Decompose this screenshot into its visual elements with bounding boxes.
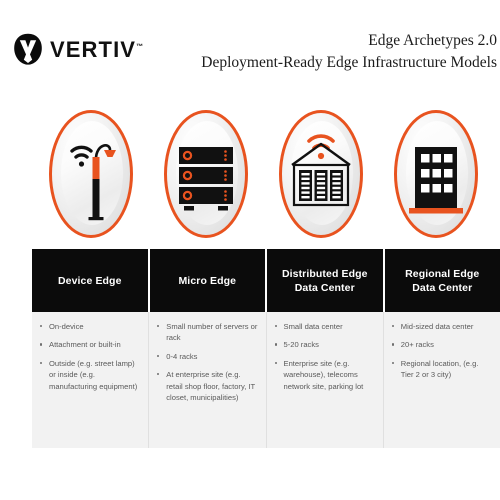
vertiv-logo: VERTIV™ (13, 33, 143, 66)
list-item: On-device (38, 321, 141, 332)
list-item: 5-20 racks (273, 339, 376, 350)
icon-cell-device-edge (32, 110, 149, 242)
list-item: At enterprise site (e.g. retail shop flo… (155, 369, 258, 403)
table-cell-device-edge: On-device Attachment or built-in Outside… (32, 312, 150, 448)
list-item: Enterprise site (e.g. warehouse), teleco… (273, 358, 376, 392)
bullet-list: On-device Attachment or built-in Outside… (38, 321, 141, 392)
trademark-symbol: ™ (136, 43, 144, 51)
list-item: 20+ racks (390, 339, 493, 350)
header-line-2: Data Center (294, 281, 355, 294)
office-building-icon (408, 147, 463, 214)
table-cell-micro-edge: Small number of servers or rack 0-4 rack… (149, 312, 267, 448)
header-line-1: Distributed Edge (281, 267, 368, 280)
bullet-list: Small number of servers or rack 0-4 rack… (155, 321, 258, 403)
icon-cell-micro-edge (147, 110, 264, 242)
vertiv-wordmark: VERTIV™ (50, 36, 144, 62)
vertiv-wordmark-text: VERTIV (50, 36, 137, 62)
table-header-device-edge: Device Edge (32, 249, 150, 312)
table-header-regional-edge: Regional Edge Data Center (384, 249, 500, 312)
list-item: Small data center (273, 321, 376, 332)
table-cell-distributed-edge: Small data center 5-20 racks Enterprise … (267, 312, 384, 448)
header-line-1: Regional Edge (405, 267, 480, 280)
header-line-2: Data Center (412, 281, 473, 294)
page-title-line1: Edge Archetypes 2.0 (368, 32, 497, 49)
vertiv-logo-mark (14, 33, 42, 65)
icon-cell-distributed-edge (262, 110, 379, 242)
list-item: Small number of servers or rack (155, 321, 258, 344)
page-title: Edge Archetypes 2.0 Deployment-Ready Edg… (201, 30, 497, 74)
list-item: Mid-sized data center (390, 321, 493, 332)
table-body-row: On-device Attachment or built-in Outside… (32, 312, 500, 448)
list-item: Regional location, (e.g. Tier 2 or 3 cit… (390, 358, 493, 381)
table-header-row: Device Edge Micro Edge Distributed Edge … (32, 249, 500, 312)
list-item: Outside (e.g. street lamp) or inside (e.… (38, 358, 141, 392)
table-cell-regional-edge: Mid-sized data center 20+ racks Regional… (384, 312, 500, 448)
table-header-distributed-edge: Distributed Edge Data Center (267, 249, 385, 312)
icon-cell-regional-edge (377, 110, 494, 242)
house-racks-wifi-icon (290, 134, 351, 207)
icon-oval-regional-edge (393, 110, 478, 238)
header-line-1: Device Edge (57, 274, 122, 287)
archetype-icons-row (32, 110, 500, 242)
bullet-list: Small data center 5-20 racks Enterprise … (273, 321, 376, 392)
list-item: 0-4 racks (155, 351, 258, 362)
table-header-micro-edge: Micro Edge (149, 249, 267, 312)
header-line-1: Micro Edge (178, 274, 237, 287)
archetype-comparison-table: Device Edge Micro Edge Distributed Edge … (32, 249, 500, 448)
icon-oval-distributed-edge (278, 110, 363, 238)
icon-oval-micro-edge (163, 110, 248, 238)
server-stack-icon (178, 147, 233, 211)
street-lamp-wifi-icon (69, 144, 116, 221)
page-title-line2: Deployment-Ready Edge Infrastructure Mod… (201, 54, 497, 71)
list-item: Attachment or built-in (38, 339, 141, 350)
bullet-list: Mid-sized data center 20+ racks Regional… (390, 321, 493, 381)
page-header: VERTIV™ Edge Archetypes 2.0 Deployment-R… (0, 0, 500, 100)
icon-oval-device-edge (48, 110, 133, 238)
